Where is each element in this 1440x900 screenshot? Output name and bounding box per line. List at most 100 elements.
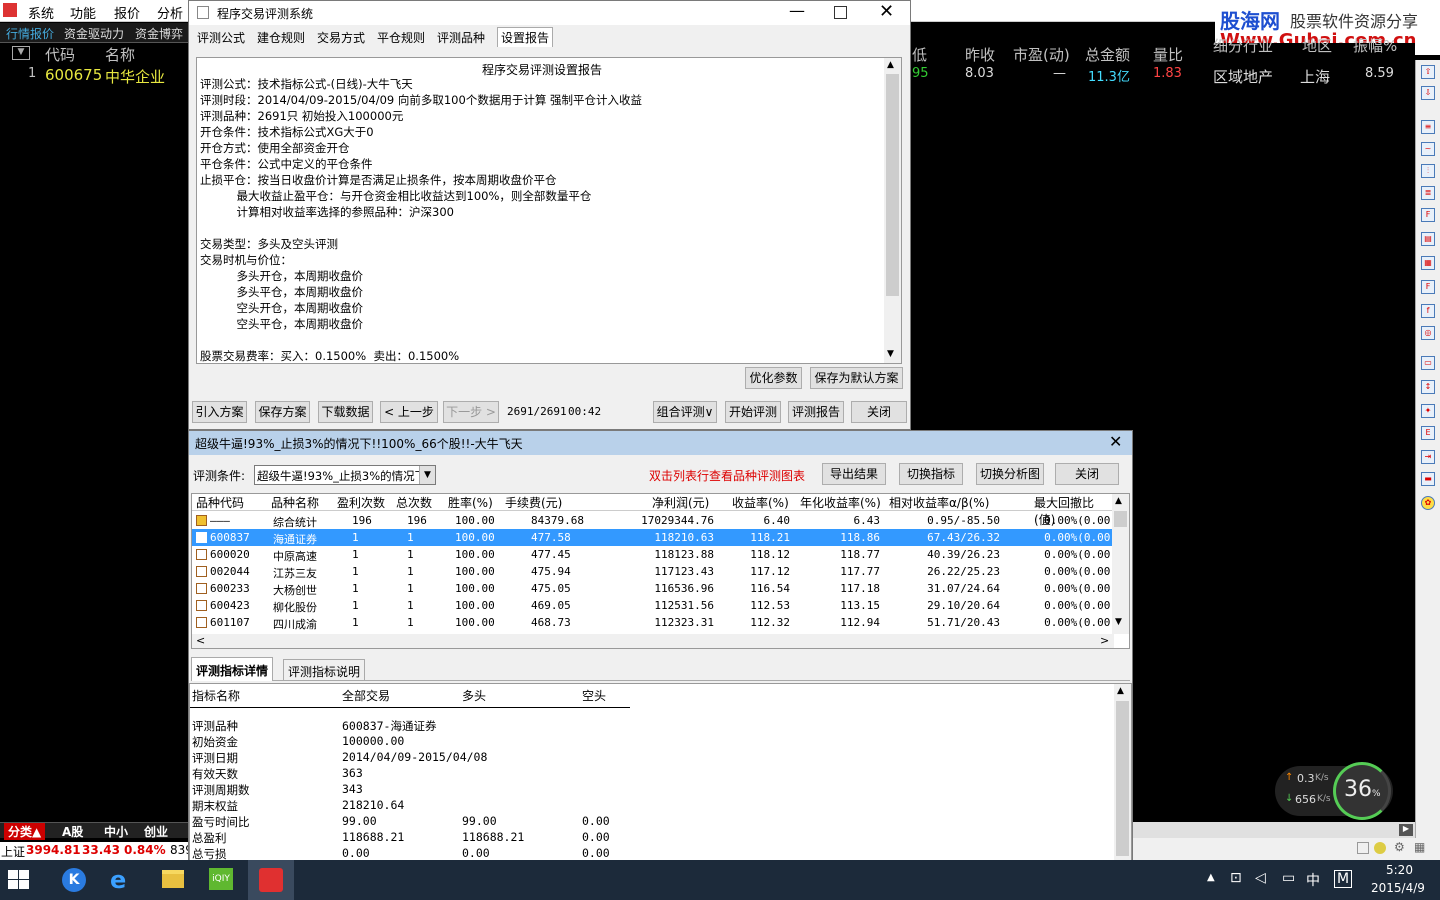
col-header[interactable]: 品种名称 [271,494,319,511]
tool-icon[interactable]: ✦ [1421,404,1435,418]
tool-icon[interactable]: ~ [1421,142,1435,156]
col-header[interactable]: 相对收益率α/β(%) [889,494,989,511]
switch-chart-button[interactable]: 切换分析图 [976,463,1044,485]
tab-quotes[interactable]: 行情报价 [6,25,54,42]
combo-eval-button[interactable]: 组合评测∨ [653,401,717,423]
tray-expand-icon[interactable]: ▲ [1207,872,1215,883]
tool-icon[interactable]: ≡ [1421,120,1435,134]
optimize-params-button[interactable]: 优化参数 [745,367,802,389]
export-results-button[interactable]: 导出结果 [822,463,886,485]
table-row[interactable]: 600423 柳化股份 1 1 100.00 469.05 112531.56 112.53 1… [192,597,1117,614]
tool-icon[interactable]: f [1421,304,1435,318]
tool-icon[interactable]: ▤ [1421,232,1435,246]
col-header[interactable]: 收益率(%) [732,494,789,511]
tool-icon[interactable]: F [1421,280,1435,294]
iqiyi-icon[interactable]: iQIY [209,868,233,890]
tab-a-share[interactable]: A股 [62,823,83,840]
scroll-down-icon[interactable]: ▼ [1115,617,1122,627]
download-data-button[interactable]: 下载数据 [318,401,373,423]
scroll-up-icon[interactable]: ▲ [1117,686,1124,696]
tool-icon[interactable]: F [1421,208,1435,222]
tool-icon[interactable]: ⇧ [1421,65,1435,79]
tab-fund-game[interactable]: 资金博弈 [135,25,183,42]
table-row[interactable]: ——— 综合统计 196 196 100.00 84379.68 17029344.76 6.… [192,512,1117,529]
tab-formula[interactable]: 评测公式 [195,29,247,46]
close-results-button[interactable]: 关闭 [1055,463,1119,485]
table-row[interactable]: 601107 四川成渝 1 1 100.00 468.73 112323.31 112.32 1… [192,614,1117,631]
menu-system[interactable]: 系统 [28,3,54,22]
start-eval-button[interactable]: 开始评测 [725,401,781,423]
message-icon[interactable]: ▭ [1282,870,1295,886]
scroll-thumb[interactable] [886,74,899,296]
window-titlebar[interactable]: 程序交易评测系统 — ✕ [189,1,910,25]
eval-report-button[interactable]: 评测报告 [788,401,844,423]
tab-report-settings[interactable]: 设置报告 [497,27,554,47]
bottom-scrollbar[interactable]: ▶ [1132,822,1415,838]
menu-analysis[interactable]: 分析 [157,3,183,22]
table-hscroll[interactable]: < > [192,634,1114,648]
tool-icon[interactable]: ▦ [1421,256,1435,270]
table-row[interactable]: 002044 江苏三友 1 1 100.00 475.94 117123.43 117.12 1… [192,563,1117,580]
ime-mode[interactable]: M [1334,870,1353,888]
quote-row[interactable]: 1 600675 中华企业 [0,65,188,87]
ie-icon[interactable]: e [110,866,126,894]
tool-icon[interactable]: ≣ [1421,186,1435,200]
detail-vscroll[interactable]: ▲ [1114,684,1131,860]
tab-open-rule[interactable]: 建仓规则 [255,29,307,46]
next-step-button[interactable]: 下一步 > [443,401,499,423]
condition-select[interactable]: 超级牛逼!93%_止损3%的情况下 ▼ [254,465,436,485]
chevron-down-icon[interactable]: ▼ [419,466,435,484]
tab-gem[interactable]: 创业 [144,823,168,840]
tool-icon[interactable]: ⇩ [1421,86,1435,100]
tool-icon[interactable]: ⫶ [1421,164,1435,178]
table-row[interactable]: 600837 海通证券 1 1 100.00 477.58 118210.63 118.21 1… [192,529,1117,546]
report-scrollbar[interactable]: ▲ ▼ [884,58,901,363]
close-button[interactable]: 关闭 [851,401,907,423]
col-header[interactable]: 盈利次数 [337,494,385,511]
maximize-icon[interactable] [834,6,847,19]
tool-icon[interactable]: ▭ [1421,356,1435,370]
tool-icon[interactable]: E [1421,426,1435,440]
menu-quote[interactable]: 报价 [114,3,140,22]
start-button[interactable] [8,870,30,890]
close-icon[interactable]: ✕ [1109,432,1122,451]
col-header[interactable]: 手续费(元) [505,494,562,511]
tab-indicator-description[interactable]: 评测指标说明 [283,659,366,681]
tool-icon[interactable]: ⇥ [1421,450,1435,464]
col-header[interactable]: 净利润(元) [652,494,709,511]
scroll-left-icon[interactable]: < [196,634,205,647]
col-header[interactable]: 胜率(%) [448,494,493,511]
tab-targets[interactable]: 评测品种 [435,29,487,46]
col-header[interactable]: 总次数 [396,494,432,511]
report-text-area[interactable]: 程序交易评测设置报告 评测公式：技术指标公式-(日线)-大牛飞天 评测时段：201… [196,57,902,364]
network-icon[interactable]: ⊡ [1230,870,1242,886]
tool-icon[interactable]: ✿ [1421,496,1435,510]
dropdown-icon[interactable]: ▼ [12,46,30,60]
speed-widget[interactable]: ↑ 0.3 K/s ↓ 656 K/s 36 % [1275,762,1393,820]
clock-date[interactable]: 2015/4/9 [1371,881,1425,895]
switch-indicator-button[interactable]: 切换指标 [899,463,963,485]
scroll-down-icon[interactable]: ▼ [887,349,894,359]
tab-sme[interactable]: 中小 [104,823,128,840]
ime-indicator[interactable]: 中 [1306,870,1320,890]
status-icon[interactable]: ⚙ [1394,840,1405,854]
tab-category[interactable]: 分类▲ [4,823,46,840]
save-default-button[interactable]: 保存为默认方案 [810,367,903,389]
tab-close-rule[interactable]: 平仓规则 [375,29,427,46]
app-k-icon[interactable]: K [62,868,86,892]
table-row[interactable]: 600020 中原高速 1 1 100.00 477.45 118123.88 118.12 1… [192,546,1117,563]
status-icon[interactable]: ▦ [1414,840,1425,854]
menu-function[interactable]: 功能 [70,3,96,22]
save-scheme-button[interactable]: 保存方案 [255,401,310,423]
scroll-up-icon[interactable]: ▲ [1115,496,1122,506]
scroll-right-icon[interactable]: > [1100,634,1109,647]
stock-app-taskbar-item[interactable] [248,860,294,900]
tool-icon[interactable]: ▬ [1421,472,1435,486]
tool-icon[interactable]: ↕ [1421,380,1435,394]
tool-icon[interactable]: ◎ [1421,326,1435,340]
col-header[interactable]: 品种代码 [196,494,244,511]
table-vscroll[interactable]: ▲ ▼ [1112,494,1129,634]
clock-time[interactable]: 5:20 [1386,863,1413,877]
close-icon[interactable]: ✕ [879,1,894,22]
tab-indicator-details[interactable]: 评测指标详情 [191,657,274,681]
